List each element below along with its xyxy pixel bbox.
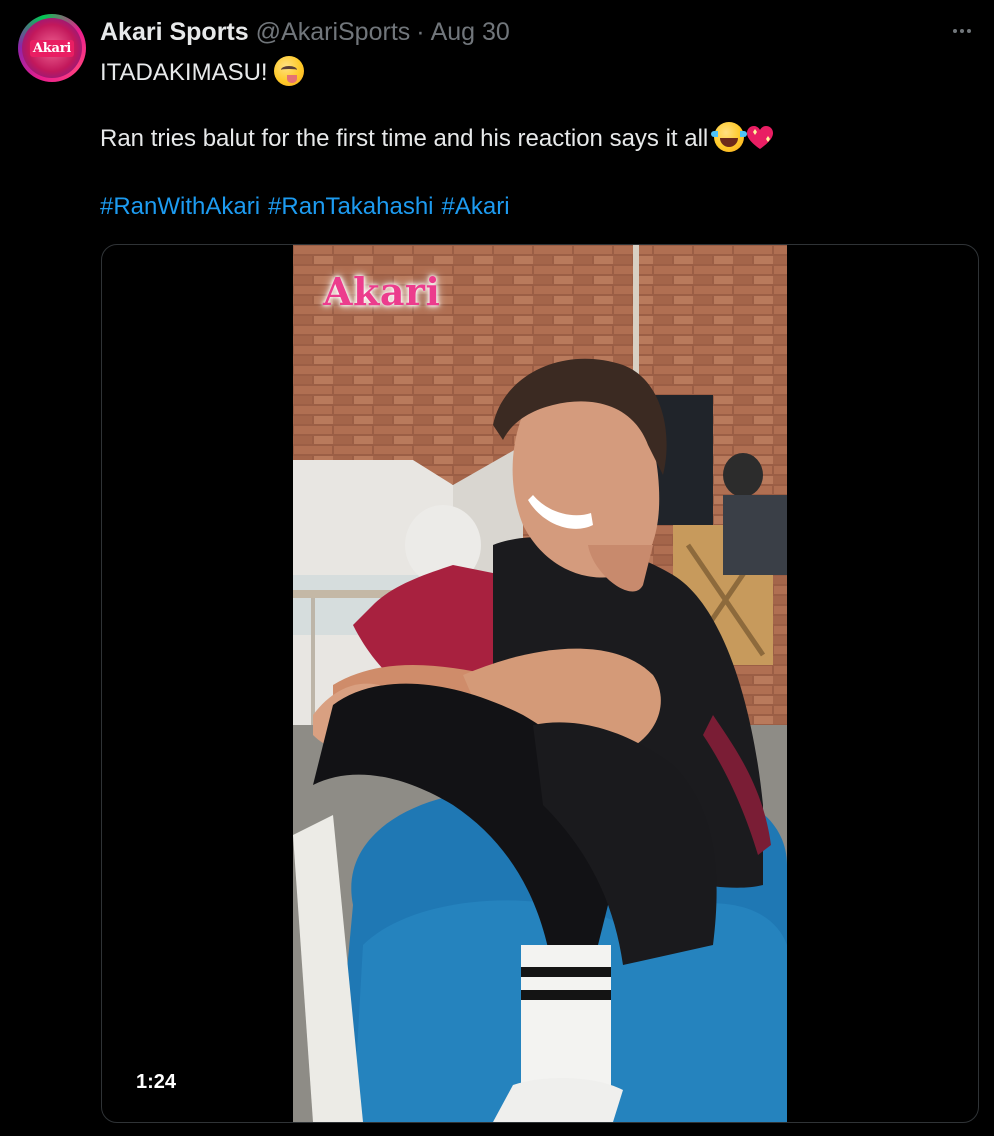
hashtag-link[interactable]: #RanWithAkari bbox=[100, 193, 260, 220]
user-handle[interactable]: @AkariSports bbox=[256, 18, 411, 47]
tweet[interactable]: Akari Akari Sports @AkariSports · Aug 30… bbox=[0, 0, 994, 1136]
avatar-image: Akari bbox=[22, 18, 82, 78]
tweet-text: Ran tries balut for the first time and h… bbox=[100, 125, 709, 152]
tweet-text-line-1: ITADAKIMASU! bbox=[100, 56, 304, 89]
more-dot bbox=[967, 29, 971, 33]
sparkling-heart-icon bbox=[746, 125, 774, 151]
tweet-text-line-2: Ran tries balut for the first time and h… bbox=[100, 122, 774, 155]
video-frame[interactable]: Akari bbox=[293, 245, 787, 1122]
tweet-date[interactable]: Aug 30 bbox=[431, 18, 510, 47]
hashtag-link[interactable]: #RanTakahashi bbox=[268, 193, 433, 220]
video-player[interactable]: Akari 1:24 bbox=[101, 244, 979, 1123]
tweet-header: Akari Sports @AkariSports · Aug 30 bbox=[100, 14, 510, 50]
hashtag-link[interactable]: #Akari bbox=[442, 193, 510, 220]
video-watermark: Akari bbox=[323, 269, 441, 314]
avatar-logo: Akari bbox=[29, 39, 75, 57]
more-dot bbox=[953, 29, 957, 33]
more-dot bbox=[960, 29, 964, 33]
video-thumbnail bbox=[293, 245, 787, 1122]
more-options-button[interactable] bbox=[948, 20, 976, 42]
face-savoring-food-icon bbox=[273, 56, 304, 86]
display-name[interactable]: Akari Sports bbox=[100, 18, 249, 47]
separator-dot: · bbox=[416, 17, 425, 46]
tweet-text: ITADAKIMASU! bbox=[100, 59, 268, 86]
hashtags: #RanWithAkari #RanTakahashi #Akari bbox=[100, 191, 518, 223]
video-duration: 1:24 bbox=[136, 1071, 177, 1093]
avatar[interactable]: Akari bbox=[18, 14, 86, 82]
face-with-tears-of-joy-icon bbox=[711, 122, 748, 152]
